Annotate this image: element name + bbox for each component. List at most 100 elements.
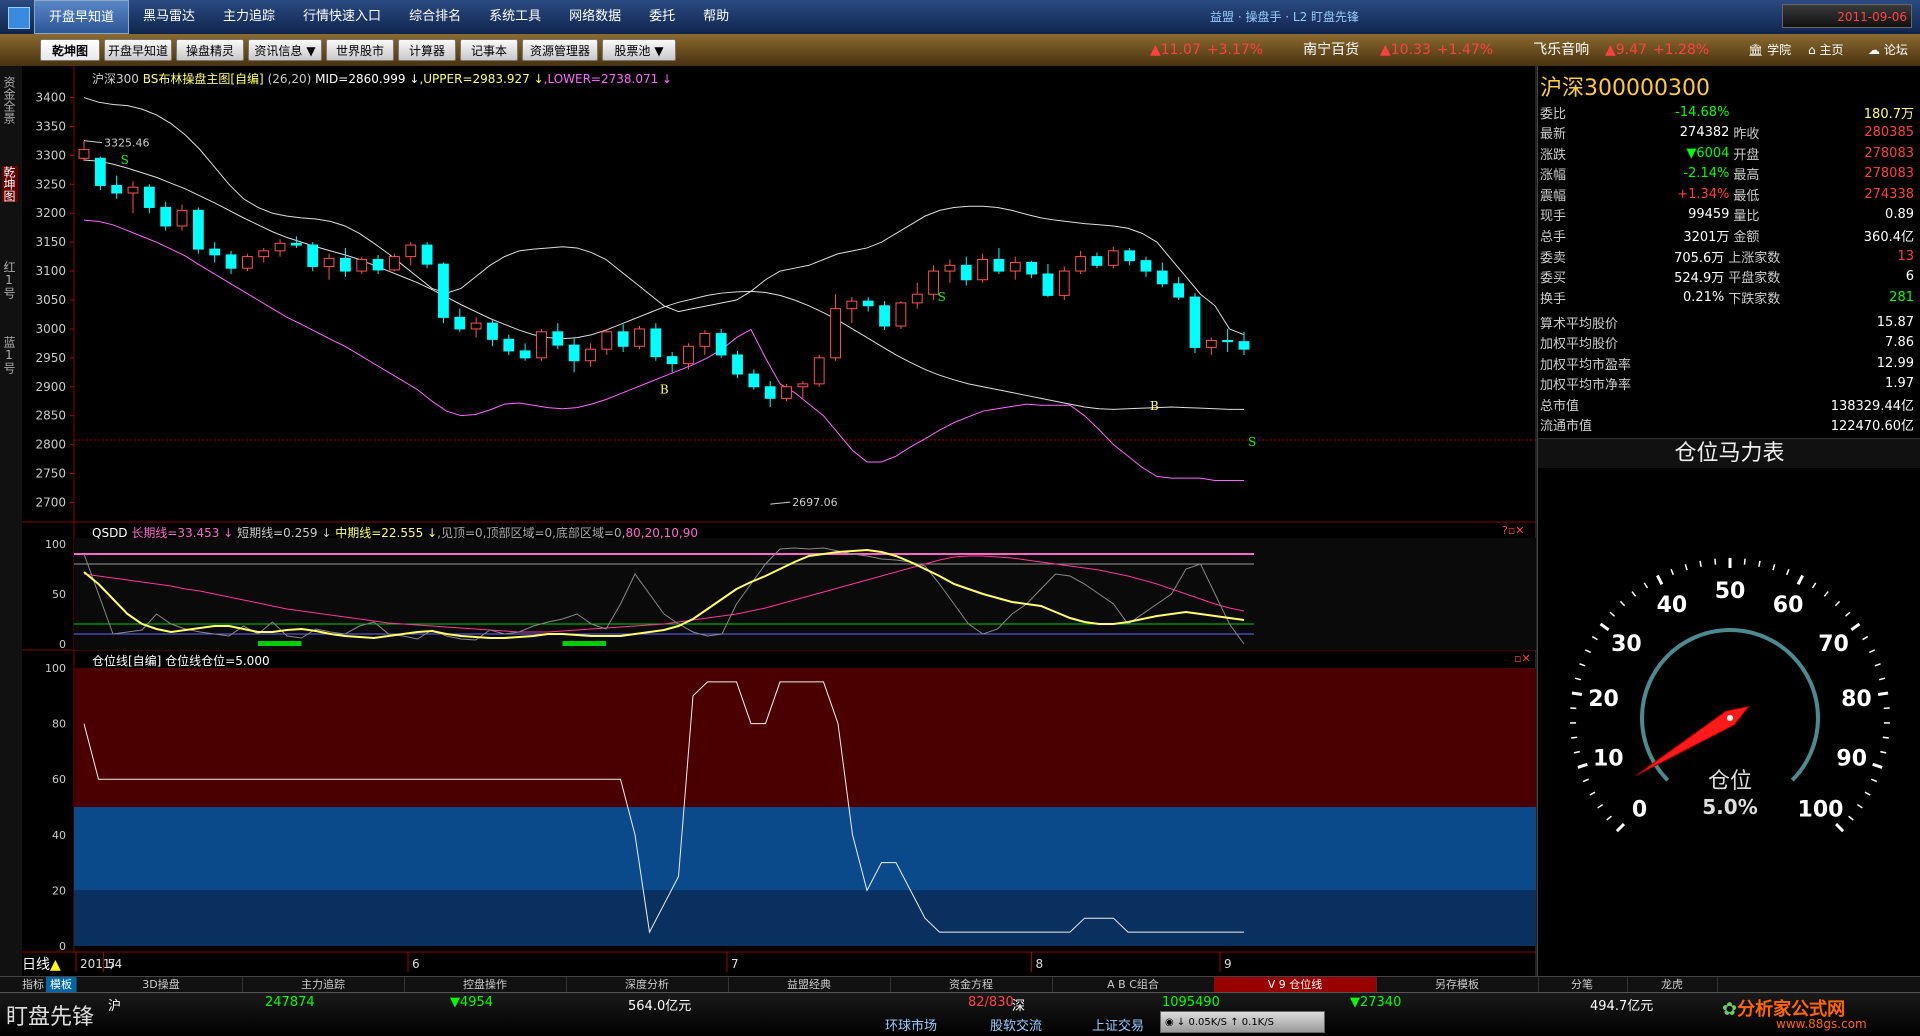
candle-body <box>112 185 122 193</box>
candle-body <box>390 257 400 270</box>
link-forum[interactable]: ☁ 论坛 <box>1868 34 1908 66</box>
y-tick-label: 3200 <box>35 206 66 220</box>
dropdown-arrow-icon[interactable]: ▼ <box>654 44 663 58</box>
quote-row: 流通市值122470.60亿 <box>1538 415 1916 436</box>
template-tab-6[interactable]: A B C组合 <box>1052 977 1215 993</box>
ticker-2[interactable]: ▲9.47+1.28% <box>1605 34 1749 66</box>
gauge-tick-label: 10 <box>1593 747 1624 772</box>
quote-cell: 现手 <box>1538 205 1604 226</box>
period-selector[interactable]: 日线▲ <box>22 954 61 974</box>
qsdd-panel-controls[interactable]: ?▫✕ <box>1502 524 1525 537</box>
template-tab-4[interactable]: 益盟经典 <box>728 977 891 993</box>
header-indicator[interactable]: BS布林操盘主图[自编] <box>143 72 264 86</box>
link-global-market[interactable]: 环球市场 <box>885 1015 937 1034</box>
gauge-svg: 0102030405060708090100仓位5.0% <box>1538 468 1920 888</box>
link-sse[interactable]: 上证交易 <box>1092 1015 1144 1034</box>
gauge-tick <box>1715 559 1716 565</box>
signal-marker-b: B <box>660 383 669 397</box>
pos-zone-high <box>74 668 1536 807</box>
quote-cell: 换手 <box>1538 287 1605 308</box>
quote-cell: 13 <box>1852 246 1916 267</box>
annot-low-label: 2697.06 <box>792 496 838 509</box>
candle-body <box>324 258 334 266</box>
template-label[interactable]: 模板 <box>46 977 77 993</box>
quote-cell: 下跌家数 <box>1726 287 1851 308</box>
toolbar-button-0[interactable]: 乾坤图 <box>40 39 100 61</box>
toolbar-button-5[interactable]: 计算器 <box>398 39 456 61</box>
quote-cell: 加权平均股价 <box>1538 333 1735 354</box>
updown-ratio: 82/830 <box>968 995 1014 1010</box>
toolbar-button-6[interactable]: 记事本 <box>460 39 518 61</box>
sz-change: ▼27340 <box>1350 995 1401 1010</box>
menu-item-4[interactable]: 综合排名 <box>395 0 475 34</box>
link-academy[interactable]: 🏛 学院 <box>1748 34 1791 66</box>
dropdown-arrow-icon[interactable]: ▼ <box>306 44 315 58</box>
template-tab-5[interactable]: 资金方程 <box>890 977 1053 993</box>
y-tick-label: 2700 <box>35 495 66 509</box>
template-tab-8[interactable]: 另存模板 <box>1376 977 1539 993</box>
header-mid: MID=2860.999 ↓ <box>315 72 419 86</box>
menu-item-5[interactable]: 系统工具 <box>475 0 555 34</box>
template-tab-3[interactable]: 深度分析 <box>566 977 729 993</box>
sh-index: 247874 <box>265 995 315 1010</box>
quote-row: 委买524.9万平盘家数6 <box>1538 267 1916 288</box>
candle-body <box>1206 340 1216 347</box>
chart-area[interactable]: 2700275028002850290029503000305031003150… <box>22 66 1537 976</box>
candle <box>95 157 105 191</box>
candle-body <box>945 265 955 271</box>
template-tab-0[interactable]: 3D操盘 <box>80 977 243 993</box>
quote-cell: 算术平均股价 <box>1538 312 1735 333</box>
pos-panel-controls[interactable]: ▫✕ <box>1514 652 1531 665</box>
tab-red1[interactable]: 红1号 <box>2 261 18 299</box>
ticker-1[interactable]: ▲10.33+1.47%飞乐音响 <box>1380 34 1589 66</box>
brand-label: 盯盘先锋 <box>6 999 94 1031</box>
menu-item-6[interactable]: 网络数据 <box>555 0 635 34</box>
tab-blue1[interactable]: 蓝1号 <box>2 336 18 374</box>
quote-cell: 涨幅 <box>1538 164 1604 185</box>
tab-dragon-tiger[interactable]: 龙虎 <box>1627 977 1718 993</box>
y-tick-label: 3300 <box>35 148 66 162</box>
chart-svg[interactable]: 2700275028002850290029503000305031003150… <box>22 66 1537 976</box>
menu-item-1[interactable]: 黑马雷达 <box>129 0 209 34</box>
pos-zone-mid <box>74 807 1536 890</box>
menu-item-3[interactable]: 行情快速入口 <box>289 0 395 34</box>
toolbar-button-2[interactable]: 操盘精灵 <box>176 39 244 61</box>
menu-item-8[interactable]: 帮助 <box>689 0 743 34</box>
candle-body <box>978 260 988 280</box>
y-tick-label: 3350 <box>35 119 66 133</box>
left-vertical-tabs: 资金全景 乾坤图 红1号 蓝1号 <box>0 66 23 976</box>
ticker-0[interactable]: ▲11.07+3.17%南宁百货 <box>1150 34 1359 66</box>
quote-table-main: 委比-14.68%180.7万最新274382昨收280385涨跌▼6004开盘… <box>1538 102 1916 246</box>
quote-title: 沪深300000300 <box>1540 70 1710 102</box>
candle-body <box>210 249 220 255</box>
toolbar-button-4[interactable]: 世界股市 <box>326 39 394 61</box>
gauge-tick-label: 30 <box>1611 632 1642 657</box>
tab-qiankun[interactable]: 乾坤图 <box>2 166 18 202</box>
quote-cell: +1.34% <box>1604 184 1732 205</box>
tab-capital-panorama[interactable]: 资金全景 <box>2 76 18 124</box>
toolbar-button-7[interactable]: 资源管理器 <box>522 39 598 61</box>
link-home[interactable]: ⌂ 主页 <box>1808 34 1843 66</box>
quote-cell: 委比 <box>1538 102 1604 123</box>
quote-cell: 99459 <box>1604 205 1732 226</box>
menu-item-2[interactable]: 主力追踪 <box>209 0 289 34</box>
toolbar-button-3[interactable]: 资讯信息▼ <box>248 39 322 61</box>
candle-body <box>488 323 498 339</box>
candle-body <box>373 260 383 270</box>
menu-item-0[interactable]: 开盘早知道 <box>34 0 129 34</box>
tab-ticks[interactable]: 分笔 <box>1537 977 1628 993</box>
candle-body <box>618 332 628 346</box>
menu-item-7[interactable]: 委托 <box>635 0 689 34</box>
quote-row: 涨幅-2.14%最高278083 <box>1538 164 1916 185</box>
candle-body <box>242 257 252 269</box>
template-tab-2[interactable]: 控盘操作 <box>404 977 567 993</box>
quote-row: 总手3201万金额360.4亿 <box>1538 225 1916 246</box>
toolbar-button-8[interactable]: 股票池▼ <box>602 39 676 61</box>
candle-body <box>1239 342 1249 350</box>
template-tab-7[interactable]: V 9 仓位线 <box>1214 977 1377 993</box>
link-software-forum[interactable]: 股软交流 <box>990 1015 1042 1034</box>
toolbar-button-1[interactable]: 开盘早知道 <box>104 39 172 61</box>
template-tab-1[interactable]: 主力追踪 <box>242 977 405 993</box>
candle <box>733 351 743 378</box>
sh-amount: 564.0亿元 <box>628 995 691 1014</box>
